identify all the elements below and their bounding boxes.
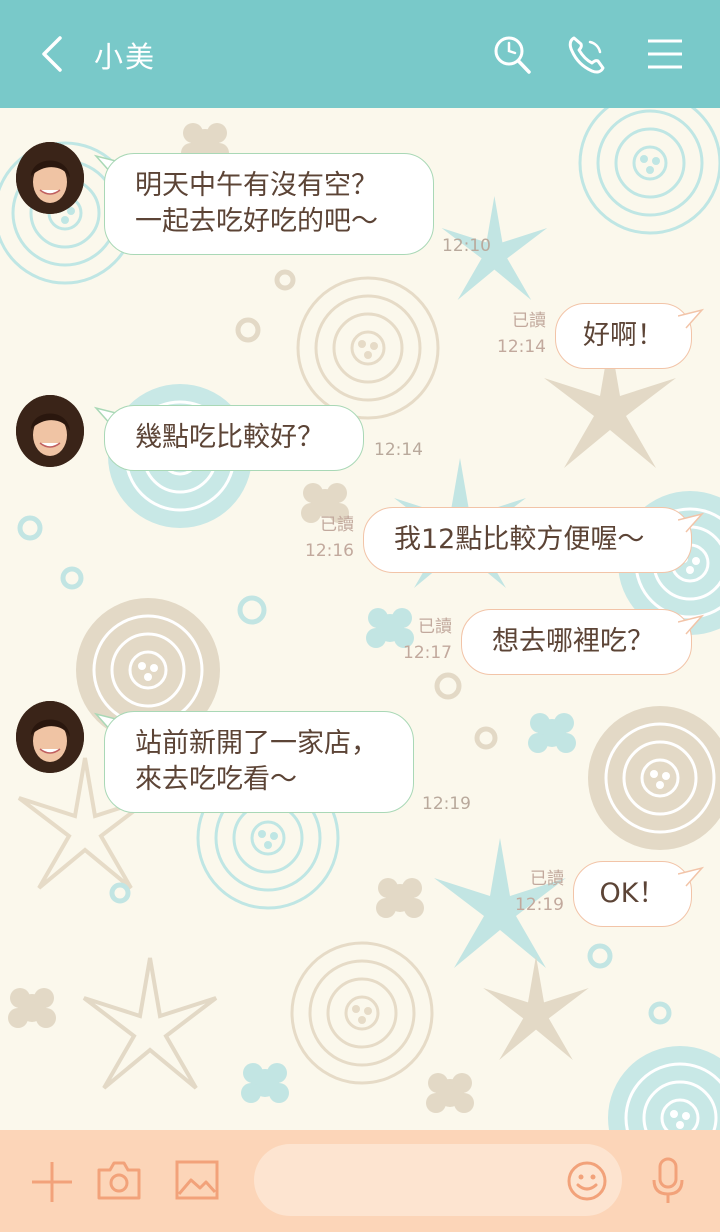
message-line: 明天中午有沒有空？ xyxy=(135,170,378,201)
avatar-image xyxy=(16,395,84,467)
read-status: 已讀 xyxy=(530,869,564,889)
avatar-image xyxy=(16,701,84,773)
message-line: 站前新開了一家店， xyxy=(135,728,378,759)
image-icon[interactable] xyxy=(174,1158,220,1202)
message-line: 一起去吃好吃的吧～ xyxy=(135,206,378,237)
read-status: 已讀 xyxy=(512,311,546,331)
bubble-tail xyxy=(678,614,704,635)
menu-icon[interactable] xyxy=(644,30,688,78)
message-time: 12:16 xyxy=(305,541,354,561)
plus-icon[interactable] xyxy=(30,1160,74,1204)
chat-input-bar xyxy=(0,1130,720,1232)
message-bubble[interactable]: 站前新開了一家店， 來去吃吃看～ xyxy=(104,711,414,813)
bubble-tail xyxy=(678,308,704,329)
message-bubble[interactable]: 想去哪裡吃？ xyxy=(461,609,692,675)
avatar-image xyxy=(16,142,84,214)
message-time: 12:14 xyxy=(374,440,423,460)
message-line: OK！ xyxy=(599,878,666,909)
search-icon[interactable] xyxy=(490,30,534,78)
message-time: 12:14 xyxy=(497,337,546,357)
bubble-tail xyxy=(678,512,704,533)
avatar[interactable] xyxy=(16,395,84,467)
message-line: 幾點吃比較好？ xyxy=(135,422,324,453)
message-line: 來去吃吃看～ xyxy=(135,764,297,795)
read-receipt: 已讀 12:14 xyxy=(486,308,546,360)
message-bubble[interactable]: 我12點比較方便喔～ xyxy=(363,507,692,573)
read-receipt: 已讀 12:16 xyxy=(294,512,354,564)
message-list[interactable]: 明天中午有沒有空？ 一起去吃好吃的吧～ 12:10 已讀 12:14 好啊！ 幾… xyxy=(0,108,720,1130)
bubble-tail xyxy=(678,866,704,887)
message-bubble[interactable]: 好啊！ xyxy=(555,303,692,369)
message-input[interactable] xyxy=(254,1144,622,1216)
back-icon[interactable] xyxy=(34,32,74,76)
message-bubble[interactable]: OK！ xyxy=(573,861,692,927)
message-line: 我12點比較方便喔～ xyxy=(394,524,645,555)
message-bubble[interactable]: 明天中午有沒有空？ 一起去吃好吃的吧～ xyxy=(104,153,434,255)
phone-icon[interactable] xyxy=(564,30,608,78)
message-time: 12:17 xyxy=(403,643,452,663)
emoji-icon[interactable] xyxy=(566,1160,608,1202)
read-receipt: 已讀 12:17 xyxy=(392,614,452,666)
message-bubble[interactable]: 幾點吃比較好？ xyxy=(104,405,364,471)
avatar[interactable] xyxy=(16,701,84,773)
camera-icon[interactable] xyxy=(96,1158,142,1202)
read-receipt: 已讀 12:19 xyxy=(504,866,564,918)
read-status: 已讀 xyxy=(320,515,354,535)
chat-title: 小美 xyxy=(94,40,157,74)
message-time: 12:19 xyxy=(422,794,471,814)
message-line: 好啊！ xyxy=(583,320,664,351)
avatar[interactable] xyxy=(16,142,84,214)
message-time: 12:10 xyxy=(442,236,491,256)
message-line: 想去哪裡吃？ xyxy=(492,626,654,657)
chat-header: 小美 xyxy=(0,0,720,108)
microphone-icon[interactable] xyxy=(650,1156,686,1206)
read-status: 已讀 xyxy=(418,617,452,637)
message-time: 12:19 xyxy=(515,895,564,915)
